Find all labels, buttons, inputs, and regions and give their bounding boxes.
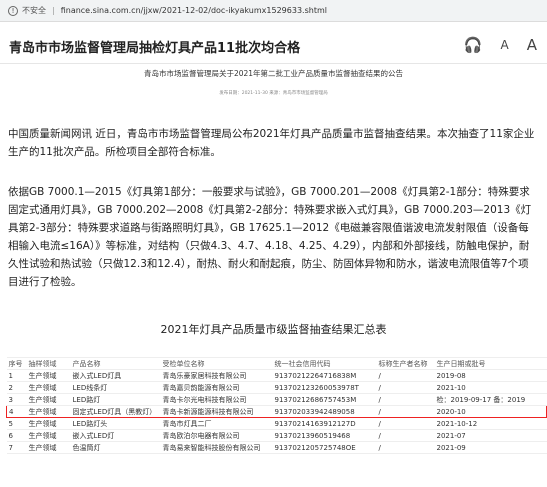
table-row: 3 生产领域 LED路灯 青岛卡尔光电科技有限公司 91370212686757453M…: [6, 393, 547, 406]
article-meta: 发布日期：2021-11-30 来源：青岛市市场监督管理局: [219, 91, 328, 96]
font-decrease-icon[interactable]: A: [501, 38, 509, 52]
table-cell: 2021-10: [434, 381, 547, 394]
table-cell: 生产领域: [26, 405, 71, 418]
results-table: 序号 抽样领域 产品名称 受检单位名称 统一社会信用代码 标称生产者名称 生产日期或批号 1…: [6, 357, 547, 454]
table-cell: LED路灯: [70, 393, 161, 406]
column-header: 产品名称: [70, 357, 161, 370]
table-cell: 生产领域: [26, 429, 71, 442]
table-cell: 生产领域: [26, 417, 71, 430]
table-cell: 2020-10: [434, 405, 547, 418]
table-cell: 生产领域: [26, 381, 71, 394]
column-header: 序号: [6, 357, 27, 370]
table-cell: /: [376, 393, 435, 406]
table-title: 2021年灯具产品质量市级监督抽查结果汇总表: [160, 323, 387, 336]
table-row: 4 生产领域 固定式LED灯具（黑教灯） 青岛卡新源能源科技有限公司 913702033…: [6, 405, 547, 418]
table-row: 1 生产领域 嵌入式LED灯具 青岛乐豪家居科技有限公司 913702122647168…: [6, 369, 547, 382]
table-cell: 青岛欧泊尔电器有限公司: [160, 429, 273, 442]
table-cell: 嵌入式LED灯具: [70, 369, 161, 382]
column-header: 生产日期或批号: [434, 357, 547, 370]
table-cell: /: [376, 405, 435, 418]
security-label[interactable]: 不安全: [22, 5, 46, 16]
column-header: 标称生产者名称: [376, 357, 435, 370]
table-row: 5 生产领域 LED路灯头 青岛市灯具二厂 91370214163912127D/202…: [6, 417, 547, 430]
table-cell: 913702033942489058: [272, 405, 377, 418]
table-cell: 青岛卡尔光电科技有限公司: [160, 393, 273, 406]
table-cell: 91370212686757453M: [272, 393, 377, 406]
table-cell: 青岛嘉贝韵能源有限公司: [160, 381, 273, 394]
column-header: 抽样领域: [26, 357, 71, 370]
table-cell: 91370213960519468: [272, 429, 377, 442]
table-cell: 色温筒灯: [70, 441, 161, 454]
table-cell: 2021-10-12: [434, 417, 547, 430]
table-cell: 6: [6, 429, 27, 442]
table-cell: 生产领域: [26, 441, 71, 454]
table-cell: 2021-09: [434, 441, 547, 454]
column-header: 统一社会信用代码: [272, 357, 377, 370]
header-tools: 🎧 A A: [464, 36, 537, 54]
table-header-row: 序号 抽样领域 产品名称 受检单位名称 统一社会信用代码 标称生产者名称 生产日期或批号: [6, 357, 547, 370]
headphones-icon[interactable]: 🎧: [464, 36, 483, 54]
table-cell: LED路灯头: [70, 417, 161, 430]
table-cell: 7: [6, 441, 27, 454]
table-row: 2 生产领域 LED线条灯 青岛嘉贝韵能源有限公司 913702123260053978…: [6, 381, 547, 394]
table-cell: 青岛卡新源能源科技有限公司: [160, 405, 273, 418]
browser-address-bar[interactable]: ! 不安全 | finance.sina.com.cn/jjxw/2021-12…: [0, 0, 547, 22]
paragraph-intro: 中国质量新闻网讯 近日，青岛市市场监督管理局公布2021年灯具产品质量市监督抽查…: [8, 128, 535, 158]
table-cell: 5: [6, 417, 27, 430]
column-header: 受检单位名称: [160, 357, 273, 370]
table-cell: 青岛易来智能科技股份有限公司: [160, 441, 273, 454]
table-cell: 1: [6, 369, 27, 382]
article-subtitle: 青岛市市场监督管理局关于2021年第二批工业产品质量市监督抽查结果的公告: [143, 69, 404, 78]
table-cell: 2: [6, 381, 27, 394]
article-header: 青岛市市场监督管理局抽检灯具产品11批次均合格 🎧 A A: [0, 28, 547, 64]
table-cell: 2019-08: [434, 369, 547, 382]
table-cell: /: [376, 369, 435, 382]
table-cell: 生产领域: [26, 393, 71, 406]
table-cell: 3: [6, 393, 27, 406]
warning-icon: !: [8, 5, 18, 16]
table-cell: 嵌入式LED灯: [70, 429, 161, 442]
table-cell: 检：2019-09-17 备：2019: [434, 393, 547, 406]
table-cell: 2021-07: [434, 429, 547, 442]
table-cell: 青岛乐豪家居科技有限公司: [160, 369, 273, 382]
url-text[interactable]: finance.sina.com.cn/jjxw/2021-12-02/doc-…: [61, 6, 327, 15]
font-increase-icon[interactable]: A: [527, 36, 537, 54]
table-cell: 91370212264716838M: [272, 369, 377, 382]
paragraph-standards: 依据GB 7000.1—2015《灯具第1部分：一般要求与试验》，GB 7000…: [8, 186, 532, 288]
table-row: 6 生产领域 嵌入式LED灯 青岛欧泊尔电器有限公司 91370213960519468…: [6, 429, 547, 442]
article-title: 青岛市市场监督管理局抽检灯具产品11批次均合格: [9, 41, 301, 56]
table-cell: LED线条灯: [70, 381, 161, 394]
table-cell: /: [376, 429, 435, 442]
table-cell: 4: [6, 405, 27, 418]
table-cell: 9137021205725748OE: [272, 441, 377, 454]
table-cell: 固定式LED灯具（黑教灯）: [70, 405, 161, 418]
table-cell: /: [376, 417, 435, 430]
table-row: 7 生产领域 色温筒灯 青岛易来智能科技股份有限公司 9137021205725748O…: [6, 441, 547, 454]
table-cell: 91370214163912127D: [272, 417, 377, 430]
table-cell: 913702123260053978T: [272, 381, 377, 394]
table-cell: 青岛市灯具二厂: [160, 417, 273, 430]
table-body: 1 生产领域 嵌入式LED灯具 青岛乐豪家居科技有限公司 913702122647168…: [6, 369, 547, 454]
table-cell: /: [376, 381, 435, 394]
divider: |: [52, 6, 55, 15]
table-cell: 生产领域: [26, 369, 71, 382]
table-cell: /: [376, 441, 435, 454]
